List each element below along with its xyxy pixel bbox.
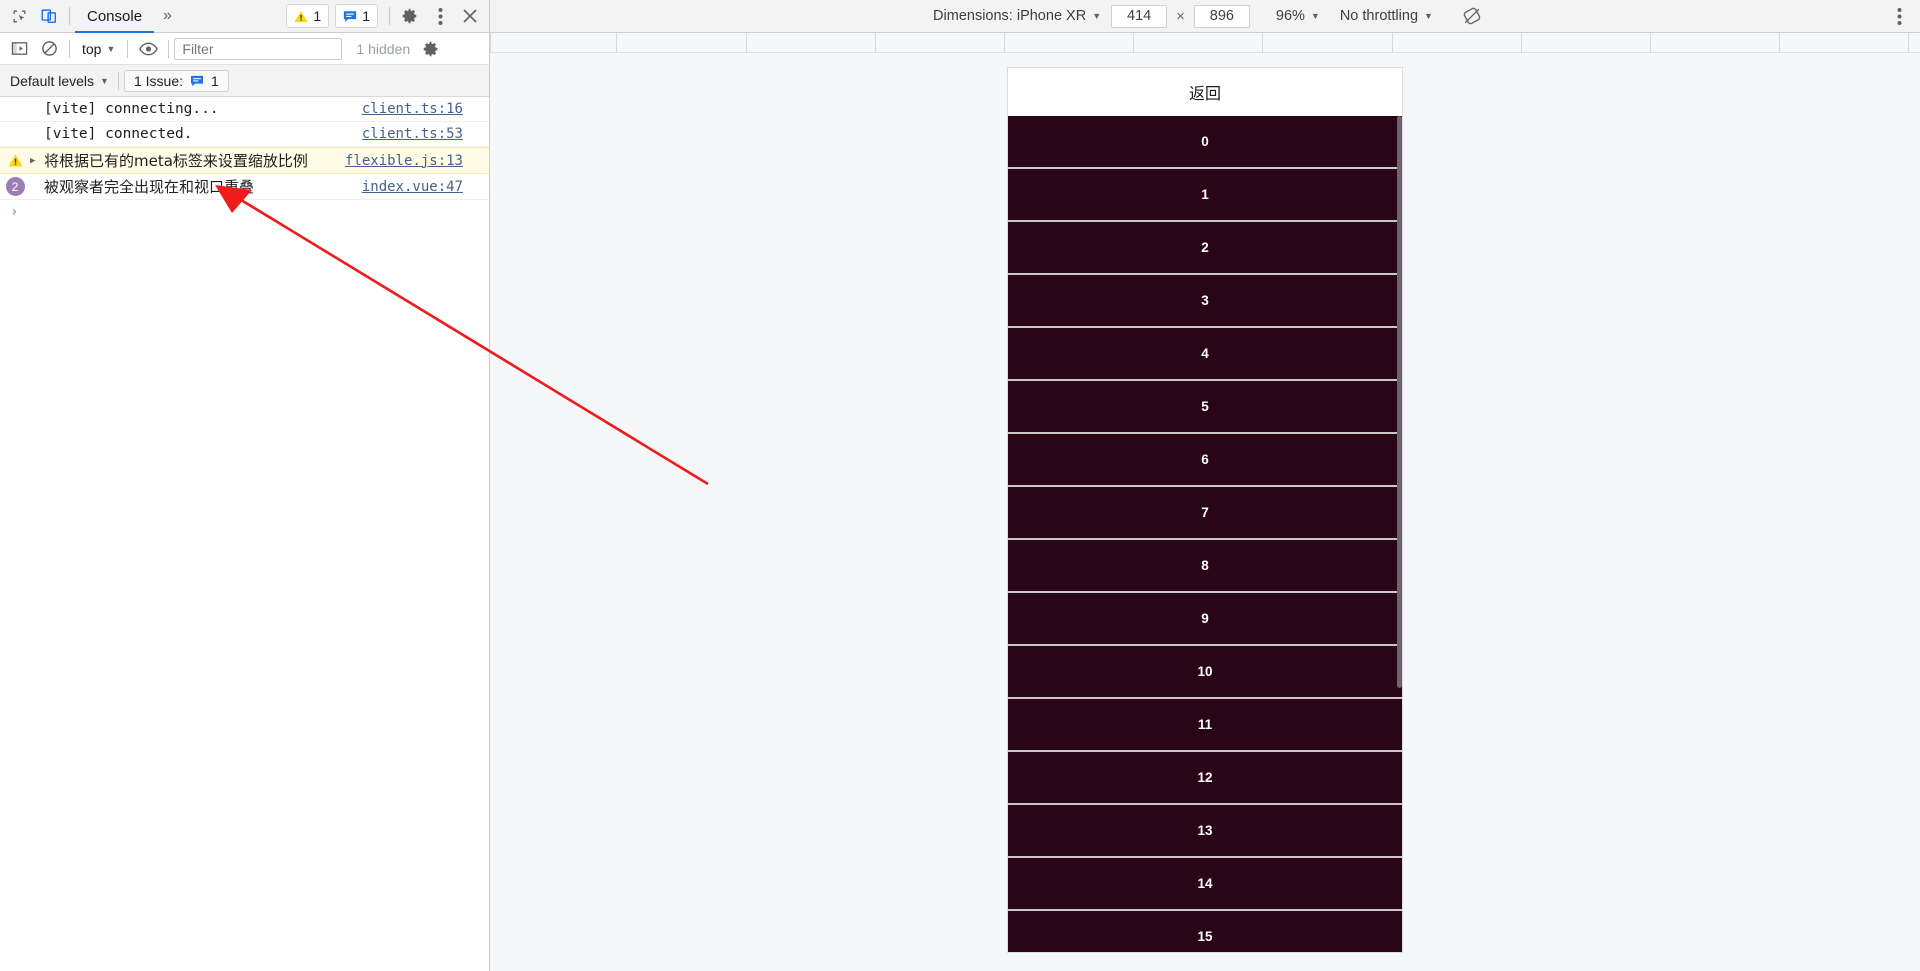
dimension-multiply-symbol: × bbox=[1176, 7, 1185, 25]
message-expander-triangle-icon[interactable]: ▶ bbox=[30, 156, 44, 166]
list-scrollbar[interactable] bbox=[1397, 116, 1402, 688]
inspect-element-icon[interactable] bbox=[4, 2, 34, 30]
log-levels-label: Default levels bbox=[10, 72, 95, 89]
list-item[interactable]: 9 bbox=[1008, 593, 1402, 646]
list-item[interactable]: 15 bbox=[1008, 911, 1402, 952]
console-message-list[interactable]: [vite] connecting... client.ts:16 [vite]… bbox=[0, 97, 489, 971]
device-height-input[interactable] bbox=[1193, 4, 1250, 28]
list-item[interactable]: 7 bbox=[1008, 487, 1402, 540]
device-zoom-selector[interactable]: 96% ▼ bbox=[1266, 3, 1330, 29]
device-width-input[interactable] bbox=[1111, 4, 1168, 28]
chevron-down-icon: ▼ bbox=[100, 75, 109, 86]
device-zoom-label: 96% bbox=[1275, 8, 1305, 24]
console-message-row-info[interactable]: 2 被观察者完全出现在和视口重叠 index.vue:47 bbox=[0, 174, 489, 200]
list-item[interactable]: 8 bbox=[1008, 540, 1402, 593]
console-settings-icon[interactable] bbox=[416, 35, 446, 63]
device-dimensions-selector[interactable]: Dimensions: iPhone XR ▼ bbox=[923, 3, 1111, 29]
list-item[interactable]: 2 bbox=[1008, 222, 1402, 275]
list-item[interactable]: 10 bbox=[1008, 646, 1402, 699]
hidden-messages-count: 1 hidden bbox=[356, 40, 411, 57]
list-item[interactable]: 14 bbox=[1008, 858, 1402, 911]
issues-badge-count: 1 bbox=[362, 8, 370, 24]
device-dimensions-label: Dimensions: iPhone XR bbox=[933, 8, 1087, 24]
device-toolbar: Dimensions: iPhone XR ▼ × 96% ▼ No throt… bbox=[490, 0, 1920, 33]
warning-triangle-icon bbox=[0, 154, 30, 167]
warning-badge[interactable]: 1 bbox=[286, 4, 330, 28]
prompt-chevron-icon: › bbox=[10, 204, 19, 220]
toolbar-divider bbox=[69, 7, 70, 25]
device-toolbar-icon[interactable] bbox=[34, 2, 64, 30]
message-text: [vite] connecting... bbox=[44, 101, 219, 117]
list-item[interactable]: 0 bbox=[1008, 116, 1402, 169]
more-options-icon[interactable] bbox=[425, 2, 455, 30]
chevron-down-icon: ▼ bbox=[1424, 11, 1433, 21]
viewport-ruler bbox=[490, 33, 1920, 53]
page-back-button[interactable]: 返回 bbox=[1008, 68, 1402, 116]
console-message-row-warning[interactable]: ▶ 将根据已有的meta标签来设置缩放比例 flexible.js:13 bbox=[0, 147, 489, 174]
message-text: 将根据已有的meta标签来设置缩放比例 bbox=[44, 152, 308, 170]
filterbar-divider-2 bbox=[127, 39, 129, 58]
message-source-link[interactable]: flexible.js:13 bbox=[345, 153, 489, 169]
console-filter-toolbar: top ▼ 1 hidden bbox=[0, 33, 489, 65]
issues-chip-label: 1 Issue: bbox=[133, 72, 183, 89]
list-item[interactable]: 13 bbox=[1008, 805, 1402, 858]
message-bubble-icon bbox=[344, 10, 357, 22]
execution-context-selector[interactable]: top ▼ bbox=[75, 37, 122, 61]
console-message-row[interactable]: [vite] connected. client.ts:53 bbox=[0, 122, 489, 147]
list-item[interactable]: 6 bbox=[1008, 434, 1402, 487]
levelsbar-divider bbox=[117, 71, 119, 90]
warning-badge-count: 1 bbox=[313, 8, 322, 24]
warning-triangle-icon bbox=[294, 10, 309, 22]
device-viewport-stage: 返回 0 1 2 3 4 5 6 7 8 9 10 11 12 13 14 15 bbox=[490, 53, 1920, 971]
clear-console-icon[interactable] bbox=[34, 35, 64, 63]
message-source-link[interactable]: index.vue:47 bbox=[362, 179, 489, 195]
toolbar-divider-2 bbox=[389, 7, 390, 25]
filterbar-divider-3 bbox=[168, 39, 170, 58]
more-tabs-button[interactable]: » bbox=[154, 2, 181, 30]
issues-chip-count: 1 bbox=[211, 72, 219, 89]
devtools-panel: Console » 1 1 top ▼ Filter 1 hidden Defa… bbox=[0, 0, 490, 971]
list-item[interactable]: 4 bbox=[1008, 328, 1402, 381]
execution-context-label: top bbox=[82, 40, 102, 57]
message-text: [vite] connected. bbox=[44, 126, 193, 142]
message-repeat-count-badge: 2 bbox=[0, 177, 30, 196]
log-levels-selector[interactable]: Default levels ▼ bbox=[6, 73, 113, 89]
chevron-down-icon: ▼ bbox=[106, 43, 116, 54]
message-source-link[interactable]: client.ts:53 bbox=[362, 126, 489, 142]
filterbar-divider-1 bbox=[69, 39, 70, 58]
issues-chip[interactable]: 1 Issue: 1 bbox=[123, 69, 229, 92]
list-item[interactable]: 11 bbox=[1008, 699, 1402, 752]
throttling-label: No throttling bbox=[1339, 8, 1419, 24]
tab-console[interactable]: Console bbox=[75, 1, 155, 33]
device-more-options-icon[interactable] bbox=[1886, 3, 1912, 29]
filter-input[interactable] bbox=[174, 37, 343, 60]
console-levels-toolbar: Default levels ▼ 1 Issue: 1 bbox=[0, 65, 489, 97]
issues-badge[interactable]: 1 bbox=[335, 4, 378, 28]
virtual-list[interactable]: 0 1 2 3 4 5 6 7 8 9 10 11 12 13 14 15 bbox=[1008, 116, 1402, 952]
show-console-sidebar-icon[interactable] bbox=[4, 35, 34, 63]
list-item[interactable]: 3 bbox=[1008, 275, 1402, 328]
emulated-page: 返回 0 1 2 3 4 5 6 7 8 9 10 11 12 13 14 15 bbox=[1007, 67, 1403, 953]
message-text: 被观察者完全出现在和视口重叠 bbox=[44, 178, 255, 196]
close-icon[interactable] bbox=[455, 2, 485, 30]
list-item[interactable]: 1 bbox=[1008, 169, 1402, 222]
message-bubble-icon bbox=[191, 75, 203, 86]
gear-icon[interactable] bbox=[395, 2, 425, 30]
devtools-tabbar: Console » 1 1 bbox=[0, 0, 489, 33]
network-throttling-selector[interactable]: No throttling ▼ bbox=[1330, 3, 1443, 29]
live-expression-icon[interactable] bbox=[133, 35, 163, 63]
chevron-down-icon: ▼ bbox=[1310, 11, 1320, 21]
repeat-count: 2 bbox=[5, 177, 25, 196]
badge-group: 1 1 bbox=[286, 4, 384, 28]
rotate-device-icon[interactable] bbox=[1457, 2, 1487, 30]
app-root: Console » 1 1 top ▼ Filter 1 hidden Defa… bbox=[0, 0, 1920, 971]
list-item[interactable]: 5 bbox=[1008, 381, 1402, 434]
console-message-row[interactable]: [vite] connecting... client.ts:16 bbox=[0, 97, 489, 122]
device-emulation-area: Dimensions: iPhone XR ▼ × 96% ▼ No throt… bbox=[490, 0, 1920, 971]
message-source-link[interactable]: client.ts:16 bbox=[362, 101, 489, 117]
console-prompt[interactable]: › bbox=[0, 200, 489, 224]
chevron-down-icon: ▼ bbox=[1092, 11, 1102, 21]
list-item[interactable]: 12 bbox=[1008, 752, 1402, 805]
